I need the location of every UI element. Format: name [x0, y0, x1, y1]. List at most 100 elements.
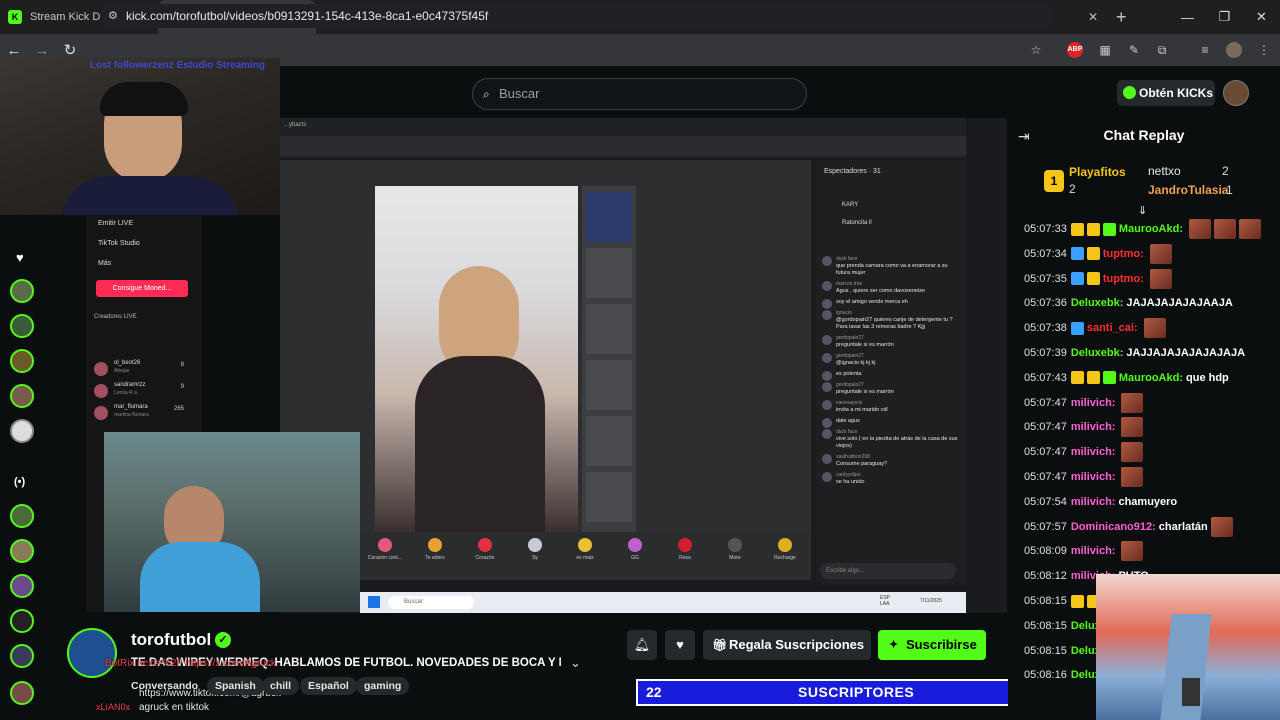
sidebar-channel-avatar[interactable]: [10, 681, 34, 705]
search-input[interactable]: ⌕ Buscar: [472, 78, 807, 110]
creator-avatar: [94, 406, 108, 420]
chat-username[interactable]: milivich:: [1071, 421, 1116, 433]
back-icon[interactable]: ←: [0, 42, 28, 59]
tab-close-icon[interactable]: ✕: [1088, 10, 1098, 24]
stream-tag[interactable]: gaming: [356, 677, 410, 695]
tiktok-chat-text: que prenda camara como va a enamorar a s…: [836, 263, 948, 276]
streamer-name[interactable]: torofutbol: [131, 630, 211, 650]
tiktok-gift-item: GG: [610, 532, 660, 577]
stream-tag[interactable]: chill: [262, 677, 300, 695]
chat-username[interactable]: milivich:: [1071, 471, 1116, 483]
minimize-window-icon[interactable]: —: [1169, 0, 1206, 34]
restore-window-icon[interactable]: ❐: [1206, 0, 1243, 34]
user-avatar[interactable]: [1223, 80, 1249, 106]
sidebar-channel-avatar[interactable]: [10, 384, 34, 408]
puzzle-icon[interactable]: ⧉: [1154, 42, 1170, 58]
tiktok-address-bar: [280, 136, 966, 156]
follow-heart-button[interactable]: ♥: [665, 630, 695, 660]
chat-username[interactable]: milivich:: [1071, 496, 1116, 508]
stream-tag[interactable]: Conversando: [131, 677, 198, 695]
stream-tag[interactable]: Spanish: [207, 677, 264, 695]
chat-timestamp: 05:08:12: [1024, 570, 1067, 583]
chat-username[interactable]: milivich:: [1071, 446, 1116, 458]
chat-username[interactable]: MaurooAkd:: [1119, 223, 1183, 235]
chat-username[interactable]: milivich:: [1071, 545, 1116, 557]
sidebar-channel-avatar[interactable]: [10, 539, 34, 563]
chat-username[interactable]: Dominicano912:: [1071, 521, 1156, 533]
url-field[interactable]: ⚙ kick.com/torofutbol/videos/b0913291-154…: [100, 4, 1056, 28]
sidebar-channel-avatar[interactable]: [10, 644, 34, 668]
chat-username[interactable]: milivich:: [1071, 397, 1116, 409]
tiktok-gift-item: Corazón: [460, 532, 510, 577]
verified-badge-icon: ✓: [215, 632, 231, 648]
guest-webcam: [104, 432, 360, 612]
heart-icon: ♥: [676, 637, 684, 652]
chat-username[interactable]: Deluxebk:: [1071, 297, 1124, 309]
sidebar-channel-avatar[interactable]: [10, 349, 34, 373]
streamer-avatar[interactable]: [67, 628, 117, 678]
overlay-botrix-line: BotRix next=%2F https://x.com/Agruck: [105, 658, 276, 669]
sidebar-channel-avatar[interactable]: [10, 419, 34, 443]
pen-extension-icon[interactable]: ✎: [1126, 42, 1142, 58]
sidebar-channel-avatar[interactable]: [10, 504, 34, 528]
tiktok-gift-item: Recharge: [760, 532, 810, 577]
leader-name[interactable]: Playafitos: [1069, 165, 1126, 179]
gift-icon: [778, 538, 792, 552]
chat-username[interactable]: santi_cai:: [1087, 322, 1138, 334]
tiktok-chat-input[interactable]: Escribe algo...: [820, 563, 956, 579]
tiktok-chat-avatar: [822, 400, 832, 410]
profile-icon[interactable]: [1226, 42, 1242, 58]
menu-dots-icon[interactable]: ⋮: [1256, 42, 1272, 58]
media-control-icon[interactable]: ≡: [1197, 42, 1213, 58]
chat-text: charlatán: [1158, 520, 1208, 533]
chat-username[interactable]: MaurooAkd:: [1119, 372, 1183, 384]
sidebar-channel-avatar[interactable]: [10, 609, 34, 633]
tiktok-chat-avatar: [822, 454, 832, 464]
live-broadcast-icon[interactable]: (•): [14, 476, 25, 488]
bookmark-star-icon[interactable]: ☆: [1028, 42, 1044, 58]
forward-icon[interactable]: →: [28, 42, 56, 59]
leader-name[interactable]: nettxo: [1148, 164, 1181, 178]
new-tab-icon[interactable]: +: [1106, 7, 1137, 28]
chat-badge-icon: [1086, 371, 1100, 385]
chat-message: 05:07:47 milivich:: [1024, 415, 1144, 439]
expand-leaderboard-icon[interactable]: ⇓: [1138, 204, 1147, 217]
chat-emote-icon: [1121, 541, 1144, 562]
sidebar-channel-avatar[interactable]: [10, 314, 34, 338]
chat-badge-icon: [1070, 222, 1084, 236]
tiktok-chat-message: gordopain27 preguntale si es marrón: [822, 335, 962, 349]
adblock-icon[interactable]: ABP: [1067, 42, 1083, 58]
creator-name: mar_flumara: [114, 404, 148, 410]
tiktok-guest-slots: [582, 186, 636, 532]
stream-tag[interactable]: Español: [300, 677, 357, 695]
sidebar-channel-avatar[interactable]: [10, 574, 34, 598]
chat-emote-icon: [1189, 219, 1211, 239]
sidebar-channel-avatar[interactable]: [10, 279, 34, 303]
tiktok-creator-row: sandramrzz Lenita R a 9: [94, 382, 194, 404]
chat-timestamp: 05:07:43: [1024, 371, 1067, 384]
tiktok-chat-text: Consume paraguay?: [836, 461, 888, 467]
tiktok-gift-item: Sy: [510, 532, 560, 577]
notification-bell-button[interactable]: 🔔︎: [627, 630, 657, 660]
subscribe-button[interactable]: ✦ Suscribirse: [878, 630, 986, 660]
chat-username[interactable]: tuptmo:: [1103, 248, 1144, 260]
chevron-down-icon[interactable]: ⌄: [570, 655, 581, 671]
leader-name[interactable]: JandroTulasia: [1148, 183, 1228, 197]
get-kicks-button[interactable]: Obtén KICKs: [1117, 80, 1215, 106]
tiktok-chat-text: @ignacio kj kj kj: [836, 360, 876, 366]
chat-emote-icon: [1149, 243, 1172, 264]
site-info-icon[interactable]: ⚙: [108, 4, 118, 28]
tiktok-gift-item: Te adoro: [410, 532, 460, 577]
gift-subs-button[interactable]: 🎁︎ Regala Suscripciones: [703, 630, 871, 660]
chat-badge-icon: [1086, 222, 1100, 236]
close-window-icon[interactable]: ✕: [1243, 0, 1280, 34]
extension-icon[interactable]: ▦: [1097, 42, 1113, 58]
chat-username[interactable]: tuptmo:: [1103, 273, 1144, 285]
chat-timestamp: 05:07:57: [1024, 520, 1067, 533]
reload-icon[interactable]: ↻: [56, 41, 84, 59]
tiktok-chat-user: ignacio: [836, 310, 852, 316]
following-heart-icon[interactable]: ♥: [16, 250, 24, 265]
chat-username[interactable]: Deluxebk:: [1071, 347, 1124, 359]
gift-icon: [378, 538, 392, 552]
guest-slot-empty: [586, 248, 632, 298]
